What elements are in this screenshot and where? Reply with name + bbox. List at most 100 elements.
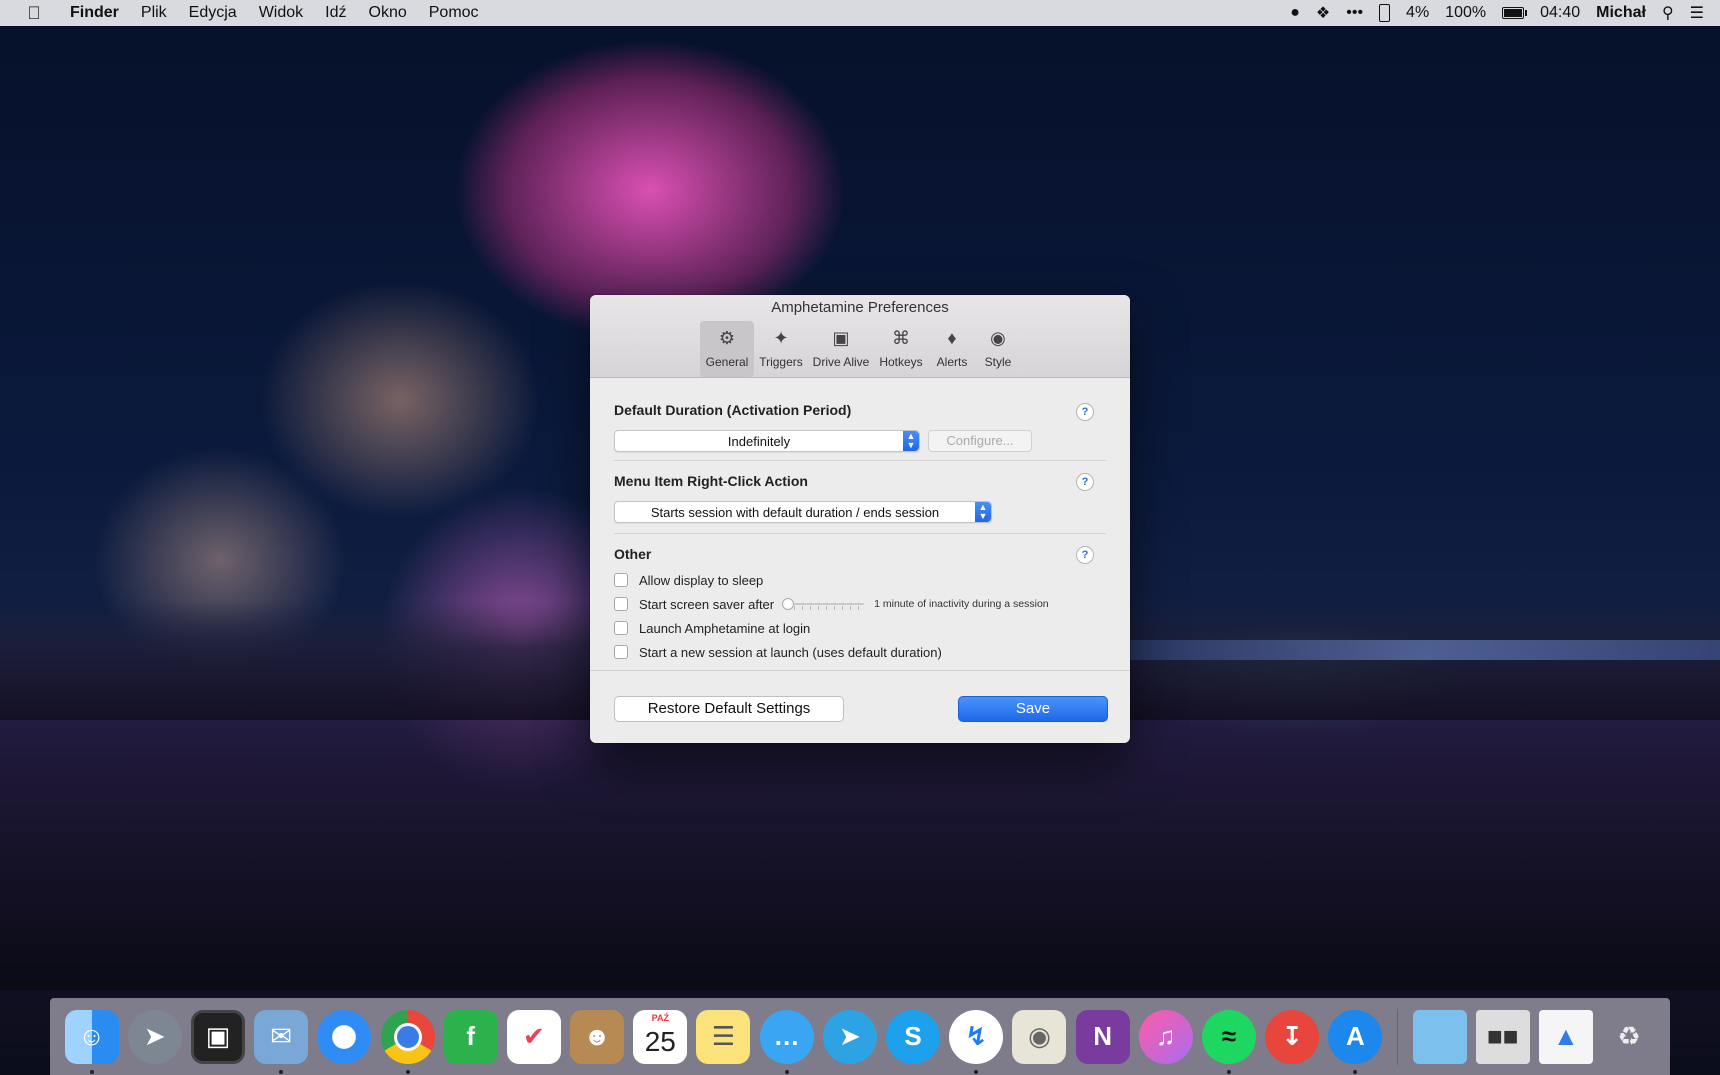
default-duration-title: Default Duration (Activation Period): [614, 402, 852, 418]
configure-button[interactable]: Configure...: [928, 430, 1032, 452]
dock-finder-icon[interactable]: ☺: [64, 1009, 119, 1074]
screen-saver-label[interactable]: Start screen saver after: [639, 597, 774, 612]
battery-percent[interactable]: 100%: [1445, 4, 1486, 22]
save-button[interactable]: Save: [958, 696, 1108, 722]
user-name[interactable]: Michał: [1596, 4, 1646, 22]
allow-sleep-label[interactable]: Allow display to sleep: [639, 573, 763, 588]
clock[interactable]: 04:40: [1540, 4, 1580, 22]
menu-idz[interactable]: Idź: [325, 4, 346, 22]
tab-alerts[interactable]: ♦ Alerts: [928, 321, 976, 377]
launch-login-row[interactable]: Launch Amphetamine at login: [614, 616, 1106, 640]
dock-contacts-icon[interactable]: ☻: [570, 1009, 625, 1064]
new-session-checkbox[interactable]: [614, 645, 628, 659]
other-help-button[interactable]: ?: [1076, 546, 1094, 564]
launch-login-label[interactable]: Launch Amphetamine at login: [639, 621, 810, 636]
dock-transmit-icon[interactable]: ↧: [1265, 1009, 1320, 1064]
new-session-label[interactable]: Start a new session at launch (uses defa…: [639, 645, 942, 660]
popup-arrows-icon: ▲ ▼: [903, 431, 919, 451]
right-click-help-button[interactable]: ?: [1076, 473, 1094, 491]
dock-onenote-icon[interactable]: N: [1075, 1009, 1130, 1064]
battery-icon[interactable]: [1502, 7, 1528, 19]
dropbox-status-icon[interactable]: ❖: [1316, 3, 1330, 23]
window-footer: Restore Default Settings Save: [590, 670, 1130, 743]
running-indicator: [279, 1069, 284, 1074]
dock: ☺ ➤ ▣ ✉ ➚ f ✔ ☻ PAŹ 25 ☰ … ➤ S ↯ ◉ N ♫ ≈…: [50, 998, 1670, 1075]
tab-style-label: Style: [984, 355, 1012, 369]
right-click-popup[interactable]: Starts session with default duration / e…: [614, 501, 992, 523]
dock-pocket-icon[interactable]: ✔: [506, 1009, 561, 1064]
dock-safari-icon[interactable]: ➚: [317, 1009, 372, 1064]
restore-defaults-button[interactable]: Restore Default Settings: [614, 696, 844, 722]
window-title: Amphetamine Preferences: [771, 299, 949, 316]
dock-preview-icon[interactable]: ✉: [254, 1009, 309, 1074]
slider-track: [782, 603, 865, 605]
menu-pomoc[interactable]: Pomoc: [429, 4, 479, 22]
popup-arrows-icon: ▲ ▼: [975, 502, 991, 522]
more-status-icon[interactable]: •••: [1346, 4, 1363, 22]
screen-saver-checkbox[interactable]: [614, 597, 628, 611]
default-duration-section: Default Duration (Activation Period) ? I…: [614, 378, 1106, 461]
spotlight-search-icon[interactable]: ⚲: [1662, 3, 1674, 23]
amphetamine-status-icon[interactable]: ●: [1290, 4, 1300, 22]
dock-trash-icon[interactable]: ♻: [1602, 1010, 1656, 1064]
dock-skype-icon[interactable]: S: [886, 1009, 941, 1064]
tab-drive-alive[interactable]: ▣ Drive Alive: [808, 321, 874, 377]
screen-saver-row[interactable]: Start screen saver after 1 minute of ina…: [614, 592, 1106, 616]
menu-edycja[interactable]: Edycja: [189, 4, 237, 22]
tab-drive-alive-label: Drive Alive: [812, 355, 870, 369]
right-click-section: Menu Item Right-Click Action ? Starts se…: [614, 461, 1106, 534]
dock-separator: [1396, 1008, 1398, 1065]
phone-battery-text[interactable]: 4%: [1406, 4, 1429, 22]
dock-calendar-icon[interactable]: PAŹ 25: [633, 1009, 688, 1064]
dock-messages-icon[interactable]: …: [759, 1009, 814, 1074]
magic-wand-icon: ✦: [773, 328, 789, 348]
bell-icon: ♦: [947, 328, 957, 348]
running-indicator: [1353, 1069, 1358, 1074]
dock-photos-icon[interactable]: ◉: [1012, 1009, 1067, 1064]
dock-telegram-icon[interactable]: ➤: [822, 1009, 877, 1064]
allow-sleep-checkbox[interactable]: [614, 573, 628, 587]
new-session-row[interactable]: Start a new session at launch (uses defa…: [614, 640, 1106, 664]
running-indicator: [89, 1069, 94, 1074]
launch-login-checkbox[interactable]: [614, 621, 628, 635]
preferences-window: Amphetamine Preferences ⚙ General ✦ Trig…: [590, 295, 1130, 743]
dock-messenger-icon[interactable]: ↯: [949, 1009, 1004, 1074]
general-pane: Default Duration (Activation Period) ? I…: [590, 378, 1130, 670]
dock-app-store-icon[interactable]: A: [1328, 1009, 1383, 1074]
default-duration-help-button[interactable]: ?: [1076, 403, 1094, 421]
dock-chrome-icon[interactable]: [380, 1009, 435, 1074]
dock-photo-booth-icon[interactable]: ▣: [190, 1009, 245, 1064]
dock-downloads-icon[interactable]: ▲: [1538, 1009, 1593, 1064]
calendar-month: PAŹ: [651, 1012, 669, 1023]
notification-center-icon[interactable]: ☰: [1690, 3, 1704, 23]
command-icon: ⌘: [892, 328, 910, 348]
tab-hotkeys[interactable]: ⌘ Hotkeys: [874, 321, 928, 377]
dock-spotify-icon[interactable]: ≈: [1201, 1009, 1256, 1074]
dock-notes-icon[interactable]: ☰: [696, 1009, 751, 1064]
dock-itunes-icon[interactable]: ♫: [1138, 1009, 1193, 1064]
apple-menu-icon[interactable]: : [24, 3, 44, 24]
tab-general[interactable]: ⚙ General: [700, 321, 754, 377]
tab-style[interactable]: ◉ Style: [976, 321, 1020, 377]
phone-icon[interactable]: [1379, 4, 1391, 22]
dock-launchpad-icon[interactable]: ➤: [127, 1009, 182, 1064]
menu-plik[interactable]: Plik: [141, 4, 167, 22]
default-duration-popup[interactable]: Indefinitely ▲ ▼: [614, 430, 920, 452]
allow-sleep-row[interactable]: Allow display to sleep: [614, 568, 1106, 592]
menu-bar:  Finder Plik Edycja Widok Idź Okno Pomo…: [0, 0, 1720, 26]
dock-stack-icon[interactable]: ■■: [1475, 1009, 1530, 1064]
default-duration-value: Indefinitely: [727, 433, 791, 449]
other-options: Allow display to sleep Start screen save…: [614, 568, 1106, 664]
menu-widok[interactable]: Widok: [259, 4, 303, 22]
dock-folder-icon[interactable]: [1412, 1009, 1467, 1064]
menu-app-name[interactable]: Finder: [70, 4, 119, 22]
menu-okno[interactable]: Okno: [369, 4, 407, 22]
tab-triggers[interactable]: ✦ Triggers: [754, 321, 808, 377]
dock-feedly-icon[interactable]: f: [443, 1009, 498, 1064]
wallpaper-water: [0, 720, 1720, 990]
screen-saver-slider[interactable]: [782, 598, 865, 610]
running-indicator: [974, 1069, 979, 1074]
tab-triggers-label: Triggers: [759, 355, 803, 369]
window-titlebar: Amphetamine Preferences ⚙ General ✦ Trig…: [590, 295, 1130, 378]
running-indicator: [405, 1069, 410, 1074]
